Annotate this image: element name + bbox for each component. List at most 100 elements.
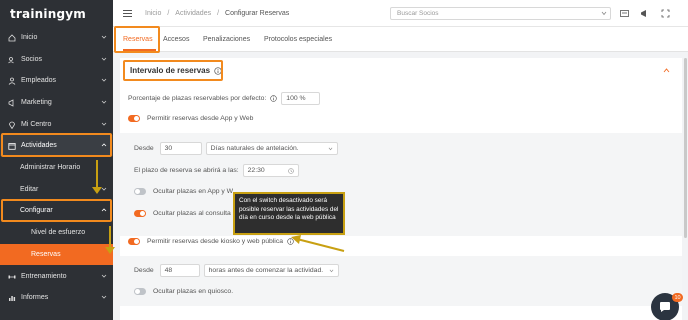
pct-row: Porcentaje de plazas reservables por def… — [128, 92, 321, 105]
chevron-down-icon — [101, 274, 107, 278]
ocultar-quiosco-row: Ocultar plazas en quiosco. — [134, 288, 233, 295]
sidebar-item-label: Reservas — [31, 251, 61, 258]
sidebar-item-label: Empleados — [21, 77, 57, 84]
sidebar-item-configurar[interactable]: Configurar — [0, 200, 113, 221]
menu-icon[interactable] — [123, 9, 132, 17]
chevron-down-icon — [329, 269, 334, 273]
desde2-select[interactable]: horas antes de comenzar la actividad. — [203, 264, 339, 277]
sidebar-item-inicio[interactable]: Inicio — [0, 27, 113, 48]
ocultar-quiosco-toggle[interactable] — [134, 288, 146, 295]
chevron-down-icon — [328, 147, 333, 151]
desde2-input[interactable]: 48 — [159, 264, 200, 277]
dumbbell-icon — [7, 273, 16, 281]
employee-icon — [7, 77, 16, 85]
ocultar-app-row: Ocultar plazas en App y W — [134, 188, 233, 195]
chevron-down-icon — [101, 122, 107, 126]
chevron-down-icon — [101, 57, 107, 61]
breadcrumb-inicio[interactable]: Inicio — [145, 10, 161, 17]
scrollbar[interactable] — [684, 58, 687, 238]
ocultar-consulta-toggle[interactable] — [134, 210, 146, 217]
section-title-text: Intervalo de reservas — [130, 66, 211, 75]
sidebar-item-label: Inicio — [21, 34, 38, 41]
info-icon[interactable] — [270, 95, 277, 102]
clock-icon — [287, 168, 294, 174]
sidebar-item-nivel-esfuerzo[interactable]: Nivel de esfuerzo — [0, 222, 113, 243]
plazo-time-input[interactable]: 22:30 — [242, 164, 299, 177]
sidebar-item-informes[interactable]: Informes — [0, 287, 113, 308]
expand-icon[interactable] — [661, 9, 670, 18]
megaphone-icon — [7, 98, 16, 107]
app-web-row: Permitir reservas desde App y Web — [128, 115, 253, 122]
calendar-icon — [7, 142, 16, 150]
kiosko-row: Permitir reservas desde kiosko y web púb… — [128, 238, 294, 245]
plazo-row: El plazo de reserva se abrirá a las: 22:… — [134, 164, 299, 177]
ocultar-consulta-row: Ocultar plazas al consulta — [134, 210, 231, 217]
tab-bar: Reservas Accesos Penalizaciones Protocol… — [113, 27, 688, 52]
tooltip: Con el switch desactivado será posible r… — [233, 192, 345, 235]
kiosko-label: Permitir reservas desde kiosko y web púb… — [147, 238, 283, 245]
section-title: Intervalo de reservas — [130, 66, 222, 75]
ocultar-consulta-label: Ocultar plazas al consulta — [153, 210, 231, 217]
active-tab-indicator — [123, 49, 156, 51]
ocultar-app-toggle[interactable] — [134, 188, 146, 195]
desde-label: Desde — [134, 145, 154, 152]
sidebar-item-label: Socios — [21, 56, 43, 63]
sidebar-item-empleados[interactable]: Empleados — [0, 70, 113, 91]
megaphone-icon[interactable] — [640, 9, 649, 18]
sidebar-item-label: Configurar — [20, 207, 53, 214]
search-input[interactable]: Buscar Socios — [390, 7, 611, 20]
sidebar-item-label: Nivel de esfuerzo — [31, 229, 86, 236]
desde2-label: Desde — [134, 267, 154, 274]
sidebar-item-socios[interactable]: Socios — [0, 49, 113, 70]
desde-select[interactable]: Días naturales de antelación. — [205, 142, 338, 155]
desde2-row: Desde 48 horas antes de comenzar la acti… — [134, 264, 339, 277]
ocultar-quiosco-label: Ocultar plazas en quiosco. — [153, 288, 234, 295]
sidebar-item-label: Informes — [21, 294, 49, 301]
tab-accesos[interactable]: Accesos — [163, 36, 189, 43]
info-icon[interactable] — [214, 66, 222, 75]
sidebar-item-label: Editar — [20, 186, 39, 193]
breadcrumb-actividades[interactable]: Actividades — [175, 10, 211, 17]
desde-input[interactable]: 30 — [159, 142, 202, 155]
breadcrumb-current: Configurar Reservas — [225, 9, 290, 17]
chevron-up-icon — [101, 143, 107, 147]
location-icon — [7, 121, 16, 129]
chevron-up-icon[interactable] — [663, 68, 670, 73]
sidebar-item-entrenamiento[interactable]: Entrenamiento — [0, 266, 113, 287]
sidebar-item-mi-centro[interactable]: Mi Centro — [0, 114, 113, 135]
chat-badge: 10 — [672, 293, 683, 302]
tab-reservas[interactable]: Reservas — [123, 36, 153, 43]
chevron-up-icon — [101, 208, 107, 212]
chart-icon — [7, 294, 16, 302]
breadcrumb: Inicio / Actividades / Configurar Reserv… — [145, 10, 289, 17]
breadcrumb-separator: / — [217, 9, 220, 17]
desde2-select-value: horas antes de comenzar la actividad. — [208, 267, 324, 274]
chat-icon — [660, 302, 670, 312]
app-logo: trainingym — [10, 6, 86, 21]
sidebar-item-actividades[interactable]: Actividades — [0, 135, 113, 156]
chevron-down-icon — [101, 35, 107, 39]
card-icon[interactable] — [620, 9, 629, 18]
plazo-time-value: 22:30 — [247, 167, 265, 174]
kiosko-toggle[interactable] — [128, 238, 140, 245]
sidebar-item-marketing[interactable]: Marketing — [0, 92, 113, 113]
app-web-label: Permitir reservas desde App y Web — [147, 115, 254, 122]
users-icon — [7, 56, 16, 64]
tab-protocolos-especiales[interactable]: Protocolos especiales — [264, 36, 332, 43]
pct-input[interactable]: 100 % — [281, 92, 321, 105]
sidebar-item-label: Mi Centro — [21, 121, 52, 128]
chevron-down-icon — [101, 295, 107, 299]
pct-label: Porcentaje de plazas reservables por def… — [128, 95, 267, 102]
app-web-toggle[interactable] — [128, 115, 140, 122]
tab-penalizaciones[interactable]: Penalizaciones — [203, 36, 250, 43]
desde-row: Desde 30 Días naturales de antelación. — [134, 142, 338, 155]
desde-select-value: Días naturales de antelación. — [210, 145, 299, 152]
chevron-down-icon — [101, 100, 107, 104]
sidebar-item-label: Entrenamiento — [21, 273, 67, 280]
sidebar-item-reservas[interactable]: Reservas — [0, 244, 113, 265]
reservations-panel: Intervalo de reservas Porcentaje de plaz… — [120, 58, 682, 320]
chevron-down-icon — [601, 11, 607, 16]
home-icon — [7, 33, 16, 42]
arrow-annotation — [291, 235, 345, 252]
arrow-down-annotation — [105, 226, 115, 254]
